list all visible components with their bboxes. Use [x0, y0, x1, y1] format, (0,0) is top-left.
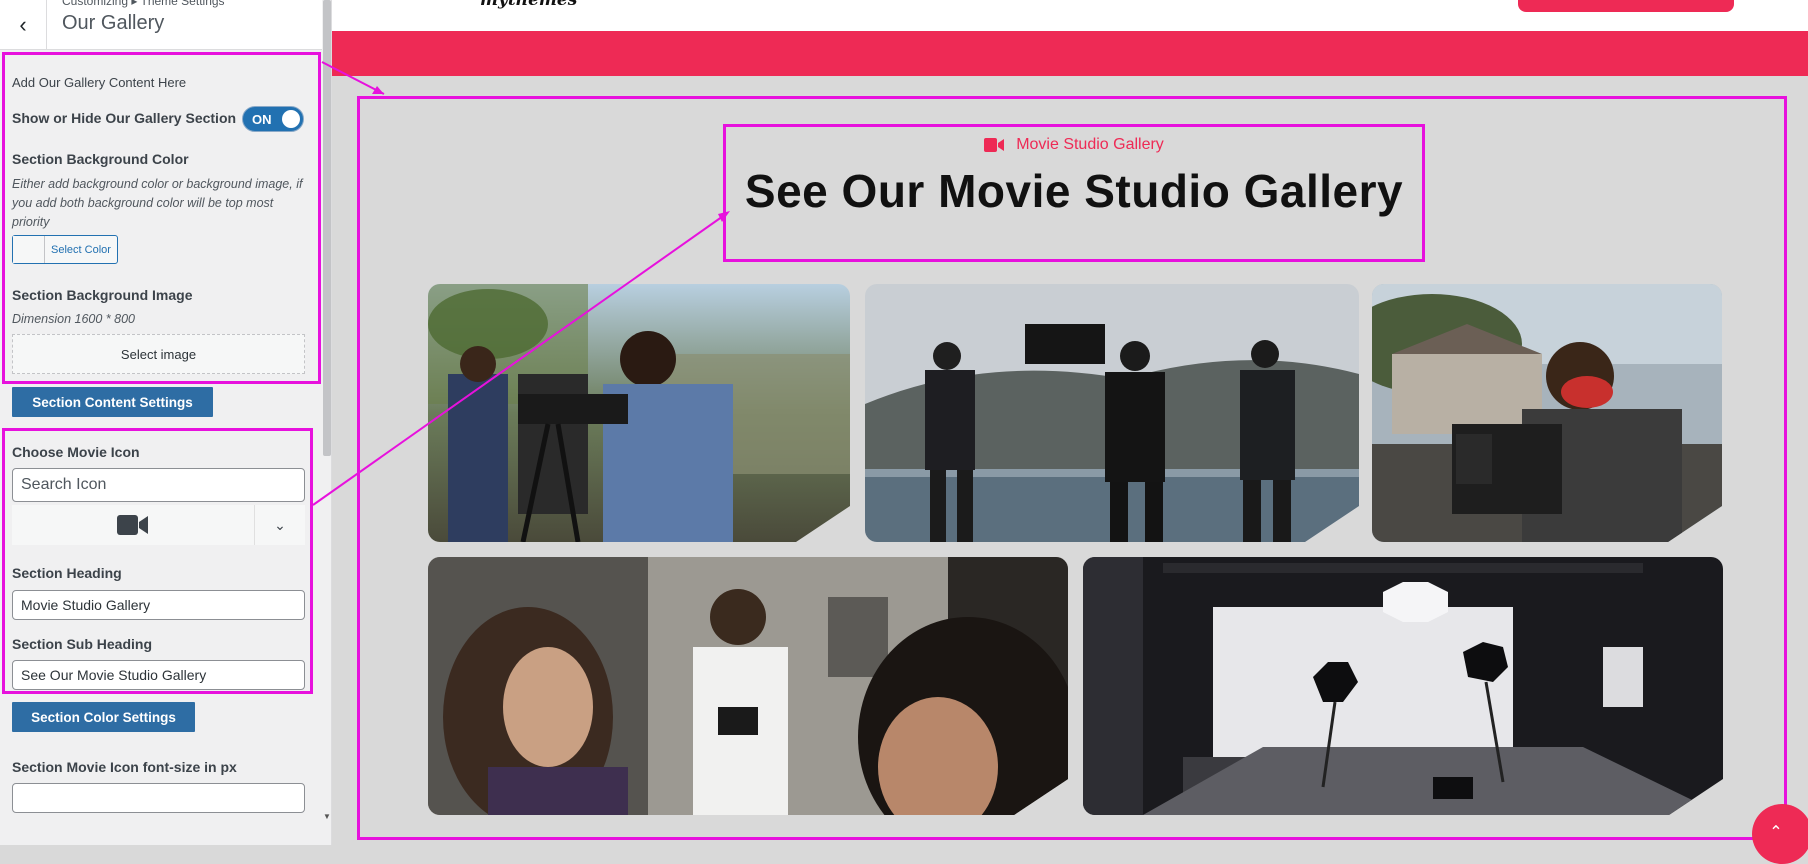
bg-image-dimension: Dimension 1600 * 800 — [12, 312, 135, 326]
video-camera-icon — [984, 138, 1005, 152]
heading-label: Section Heading — [12, 565, 122, 581]
bg-color-description: Either add background color or backgroun… — [12, 177, 303, 229]
site-preview: mythemes Movie Studio Gallery See Our Mo… — [332, 0, 1808, 845]
heading-input[interactable]: Movie Studio Gallery — [12, 590, 305, 620]
gallery-image-2[interactable] — [865, 284, 1359, 542]
scroll-to-top-button[interactable]: ⌃ — [1752, 804, 1808, 864]
sidebar-scrollbar[interactable]: ▼ — [322, 0, 331, 845]
film-crew-lake-photo — [865, 284, 1359, 542]
banner-strip — [332, 31, 1808, 76]
video-camera-icon — [117, 515, 148, 535]
scrollbar-thumb[interactable] — [323, 0, 331, 456]
gallery-image-5[interactable] — [1083, 557, 1723, 815]
chevron-down-icon[interactable]: ⌄ — [255, 505, 305, 545]
gallery-image-4[interactable] — [428, 557, 1068, 815]
gallery-image-3[interactable] — [1372, 284, 1722, 542]
icon-fontsize-label: Section Movie Icon font-size in px — [12, 759, 237, 775]
show-hide-label: Show or Hide Our Gallery Section — [12, 110, 237, 126]
bg-image-label: Section Background Image — [12, 287, 193, 303]
color-swatch — [13, 236, 45, 263]
select-color-button[interactable]: Select Color — [12, 235, 118, 264]
bg-color-label: Section Background Color — [12, 151, 189, 167]
select-color-label: Select Color — [51, 243, 111, 256]
header-cta-button[interactable] — [1518, 0, 1734, 12]
site-logo[interactable]: mythemes — [480, 0, 577, 10]
back-chevron-icon[interactable]: ‹ — [0, 0, 47, 50]
content-settings-button[interactable]: Section Content Settings — [12, 387, 213, 417]
section-big-heading: See Our Movie Studio Gallery — [744, 165, 1404, 217]
double-chevron-up-icon: ⌃ — [1769, 824, 1783, 841]
customizer-sidebar: ‹ Customizing ▸ Theme Settings Our Galle… — [0, 0, 332, 845]
select-image-button[interactable]: Select image — [12, 334, 305, 374]
section-heading-block: Movie Studio Gallery See Our Movie Studi… — [726, 136, 1422, 218]
add-content-label: Add Our Gallery Content Here — [12, 75, 187, 90]
cameraman-red-mask-photo — [1372, 284, 1722, 542]
toggle-state-text: ON — [252, 112, 272, 127]
color-settings-button[interactable]: Section Color Settings — [12, 702, 195, 732]
customizer-header: ‹ Customizing ▸ Theme Settings Our Galle… — [0, 0, 322, 50]
scroll-down-arrow-icon[interactable]: ▼ — [322, 812, 331, 821]
toggle-knob — [282, 110, 300, 128]
show-hide-toggle[interactable]: ON — [242, 106, 304, 132]
photo-studio-photo — [1083, 557, 1723, 815]
section-small-heading: Movie Studio Gallery — [1016, 136, 1164, 153]
filmmakers-photo — [428, 284, 850, 542]
gallery-section: Movie Studio Gallery See Our Movie Studi… — [332, 76, 1808, 845]
photographer-room-photo — [428, 557, 1068, 815]
gallery-image-1[interactable] — [428, 284, 850, 542]
subheading-input[interactable]: See Our Movie Studio Gallery — [12, 660, 305, 690]
breadcrumb: Customizing ▸ Theme Settings — [62, 0, 225, 8]
panel-title: Our Gallery — [62, 12, 165, 34]
search-icon-input[interactable]: Search Icon — [12, 468, 305, 502]
site-header: mythemes — [332, 0, 1808, 31]
subheading-label: Section Sub Heading — [12, 636, 153, 652]
selected-icon-display — [12, 505, 255, 545]
icon-picker[interactable]: ⌄ — [12, 505, 305, 545]
choose-icon-label: Choose Movie Icon — [12, 444, 140, 460]
icon-fontsize-input[interactable] — [12, 783, 305, 813]
